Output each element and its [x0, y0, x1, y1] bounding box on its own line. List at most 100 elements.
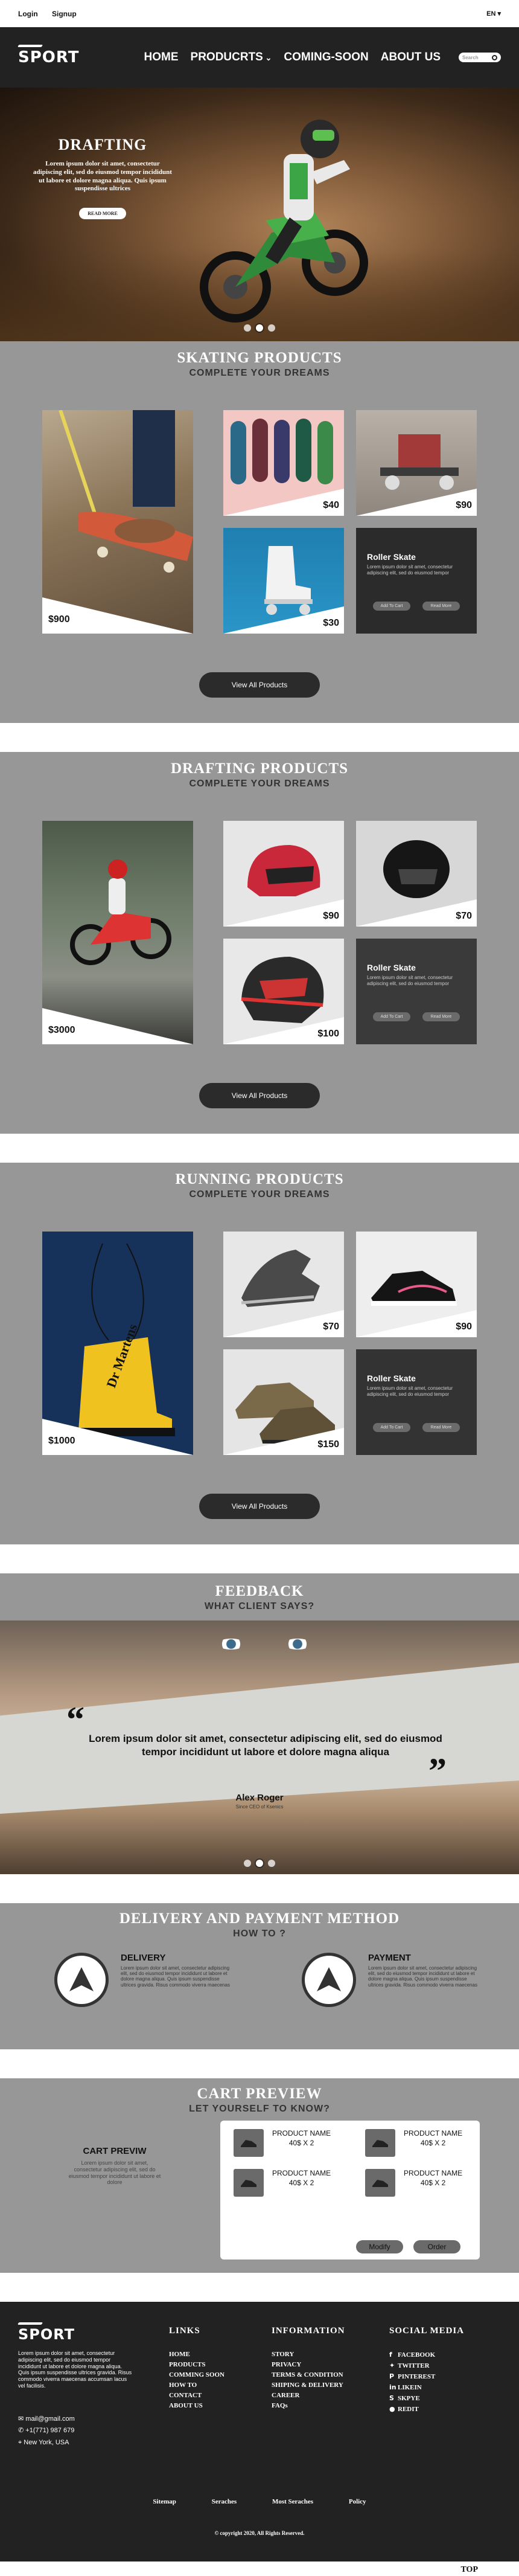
- slider-dot[interactable]: [244, 1860, 251, 1867]
- footer-link[interactable]: CONTACT: [169, 2391, 224, 2401]
- promo-card[interactable]: Roller Skate Lorem ipsum dolor sit amet,…: [356, 528, 477, 634]
- product-price: $3000: [48, 1025, 75, 1035]
- back-to-top-button[interactable]: TOP: [460, 2565, 478, 2575]
- section-title: DELIVERY AND PAYMENT METHOD: [119, 1910, 400, 1927]
- signup-link[interactable]: Signup: [52, 10, 77, 18]
- nav-coming-soon[interactable]: COMING-SOON: [284, 51, 368, 64]
- footer-social-column: SOCIAL MEDIA f FACEBOOK ✦ TWITTER P PINTERE…: [389, 2326, 464, 2415]
- cart-box: PRODUCT NAME 40$ X 2 PRODUCT NAME 40$ X 2 …: [220, 2121, 480, 2260]
- featured-product-card[interactable]: $3000: [42, 821, 193, 1044]
- product-card[interactable]: $150: [223, 1349, 344, 1455]
- product-card[interactable]: $70: [356, 821, 477, 927]
- featured-product-card[interactable]: $900: [42, 410, 193, 634]
- hero-slider: DRAFTING Lorem ipsum dolor sit amet, con…: [0, 88, 519, 341]
- social-skype[interactable]: S SKPYE: [389, 2393, 464, 2404]
- column-title: INFORMATION: [272, 2326, 345, 2336]
- modify-button[interactable]: Modify: [356, 2240, 403, 2253]
- logo[interactable]: SPORT: [18, 48, 79, 66]
- footer-link[interactable]: SHIPING & DELIVERY: [272, 2380, 345, 2391]
- spacer: [0, 1108, 519, 1134]
- contact-email[interactable]: ✉ mail@gmail.com: [18, 2414, 75, 2425]
- promo-card[interactable]: Roller Skate Lorem ipsum dolor sit amet,…: [356, 939, 477, 1044]
- contact-phone[interactable]: ✆ +1(771) 987 679: [18, 2425, 75, 2436]
- section-subtitle: WHAT CLIENT SAYS?: [204, 1601, 315, 1611]
- view-all-products-button[interactable]: View All Products: [199, 672, 320, 698]
- cart-item[interactable]: PRODUCT NAME 40$ X 2: [234, 2169, 331, 2197]
- spacer: [0, 341, 519, 350]
- cart-item[interactable]: PRODUCT NAME 40$ X 2: [365, 2129, 462, 2157]
- promo-card[interactable]: Roller Skate Lorem ipsum dolor sit amet,…: [356, 1349, 477, 1455]
- slider-dot[interactable]: [268, 1860, 275, 1867]
- footer-link[interactable]: TERMS & CONDITION: [272, 2370, 345, 2380]
- social-pinterest[interactable]: P PINTEREST: [389, 2371, 464, 2382]
- promo-text: Lorem ipsum dolor sit amet, consectetur …: [367, 564, 453, 576]
- slider-dot[interactable]: [268, 324, 275, 332]
- nav-home[interactable]: HOME: [144, 51, 179, 64]
- footer-link[interactable]: CAREER: [272, 2391, 345, 2401]
- searches-link[interactable]: Seraches: [212, 2498, 237, 2505]
- product-card[interactable]: $70: [223, 1232, 344, 1337]
- face-eyes: [217, 1633, 320, 1657]
- social-twitter[interactable]: ✦ TWITTER: [389, 2360, 464, 2371]
- footer-link[interactable]: COMMING SOON: [169, 2370, 224, 2380]
- nav-products[interactable]: PRODUCRTS ⌄: [191, 51, 272, 64]
- feedback-heading: FEEDBACK WHAT CLIENT SAYS?: [0, 1583, 519, 1612]
- slider-dot[interactable]: [244, 324, 251, 332]
- product-card[interactable]: $90: [356, 410, 477, 516]
- social-reddit[interactable]: ● REDIT: [389, 2404, 464, 2415]
- cart-item[interactable]: PRODUCT NAME 40$ X 2: [234, 2129, 331, 2157]
- section-subtitle: HOW TO ?: [233, 1929, 286, 1939]
- footer-link[interactable]: ABOUT US: [169, 2401, 224, 2411]
- slider-dot-active[interactable]: [256, 324, 263, 332]
- footer-link[interactable]: PRODUCTS: [169, 2360, 224, 2370]
- search-input[interactable]: Search: [459, 53, 501, 62]
- delivery-method: DELIVERY Lorem ipsum dolor sit amet, con…: [54, 1953, 235, 2007]
- footer-link[interactable]: FAQs: [272, 2401, 345, 2411]
- product-card[interactable]: $90: [223, 821, 344, 927]
- product-card[interactable]: $30: [223, 528, 344, 634]
- footer-logo[interactable]: SPORT: [18, 2326, 75, 2343]
- product-price: $150: [317, 1439, 339, 1450]
- add-to-cart-button[interactable]: Add To Cart: [373, 1012, 410, 1021]
- slider-dot-active[interactable]: [256, 1860, 263, 1867]
- language-selector[interactable]: EN ▾: [486, 10, 501, 18]
- quote-open-icon: “: [66, 1700, 84, 1739]
- footer-link[interactable]: STORY: [272, 2350, 345, 2360]
- product-card[interactable]: $40: [223, 410, 344, 516]
- social-label: REDIT: [398, 2406, 419, 2414]
- product-card[interactable]: $100: [223, 939, 344, 1044]
- footer-link[interactable]: PRIVACY: [272, 2360, 345, 2370]
- order-button[interactable]: Order: [413, 2240, 460, 2253]
- product-price: $900: [48, 614, 70, 625]
- most-searches-link[interactable]: Most Seraches: [272, 2498, 313, 2505]
- spacer: [0, 2273, 519, 2302]
- read-more-button[interactable]: READ MORE: [79, 208, 126, 219]
- cart-item-qty: 40$ X 2: [420, 2138, 446, 2147]
- section-title: SKATING PRODUCTS: [177, 350, 342, 366]
- add-to-cart-button[interactable]: Add To Cart: [373, 1423, 410, 1432]
- cart-item-name: PRODUCT NAME: [404, 2129, 463, 2138]
- promo-title: Roller Skate: [367, 963, 416, 972]
- cart-item[interactable]: PRODUCT NAME 40$ X 2: [365, 2169, 462, 2197]
- footer-link[interactable]: HOW TO: [169, 2380, 224, 2391]
- search-icon[interactable]: [492, 54, 497, 60]
- view-all-products-button[interactable]: View All Products: [199, 1083, 320, 1108]
- address-text: New York, USA: [24, 2438, 69, 2446]
- social-linkedin[interactable]: in LIKEIN: [389, 2382, 464, 2393]
- view-all-products-button[interactable]: View All Products: [199, 1494, 320, 1519]
- spacer: [0, 698, 519, 723]
- footer-contact: ✉ mail@gmail.com ✆ +1(771) 987 679 ⌖ New…: [18, 2414, 75, 2449]
- read-more-button[interactable]: Read More: [422, 602, 460, 611]
- policy-link[interactable]: Policy: [349, 2498, 366, 2505]
- add-to-cart-button[interactable]: Add To Cart: [373, 602, 410, 611]
- product-card[interactable]: $90: [356, 1232, 477, 1337]
- login-link[interactable]: Login: [18, 10, 38, 18]
- social-facebook[interactable]: f FACEBOOK: [389, 2350, 464, 2360]
- featured-product-card[interactable]: Dr Martens $1000: [42, 1232, 193, 1455]
- sitemap-link[interactable]: Sitemap: [153, 2498, 176, 2505]
- read-more-button[interactable]: Read More: [422, 1423, 460, 1432]
- read-more-button[interactable]: Read More: [422, 1012, 460, 1021]
- nav-about[interactable]: ABOUT US: [381, 51, 441, 64]
- footer-link[interactable]: HOME: [169, 2350, 224, 2360]
- nav-menu: HOME PRODUCRTS ⌄ COMING-SOON ABOUT US Se…: [144, 51, 501, 64]
